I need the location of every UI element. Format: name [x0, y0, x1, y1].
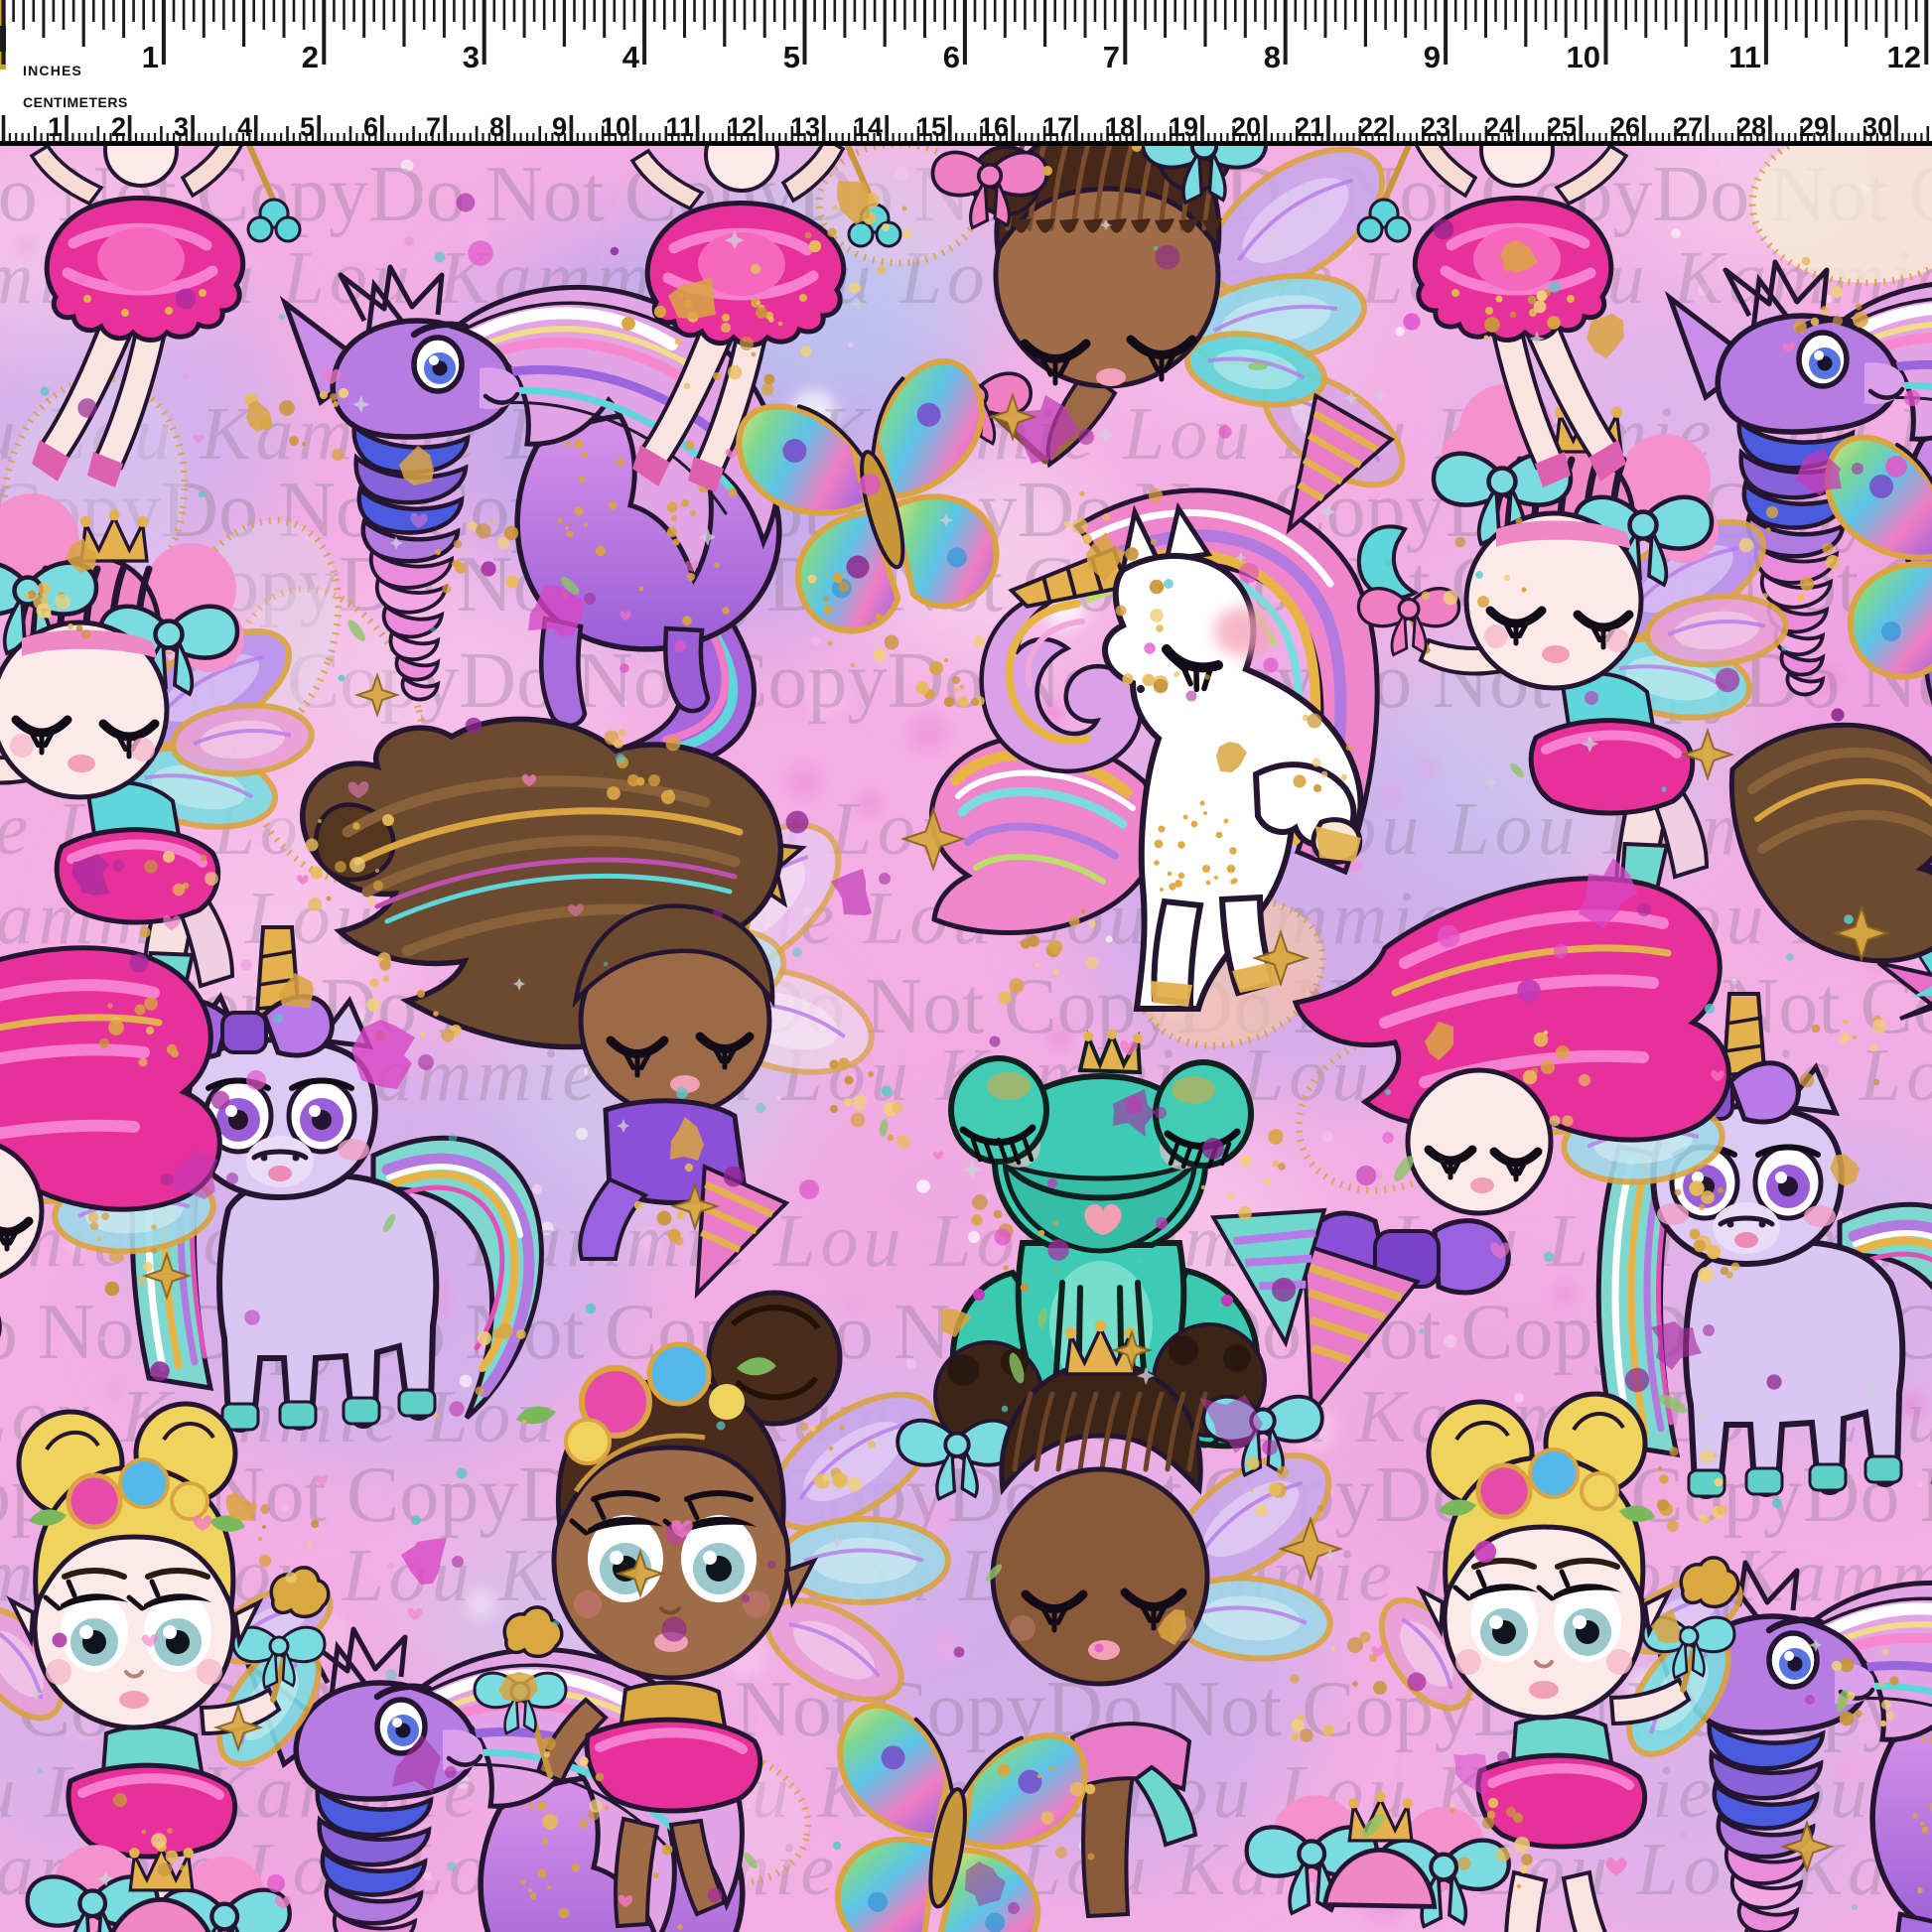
svg-text:22: 22: [1358, 112, 1388, 142]
svg-text:21: 21: [1295, 112, 1324, 142]
svg-text:11: 11: [665, 112, 694, 142]
svg-text:4: 4: [622, 40, 640, 74]
svg-text:6: 6: [363, 112, 378, 142]
svg-text:3: 3: [174, 112, 189, 142]
svg-text:5: 5: [300, 112, 315, 142]
svg-text:10: 10: [601, 112, 630, 142]
svg-text:15: 15: [916, 112, 946, 142]
svg-text:1: 1: [142, 40, 159, 74]
svg-text:17: 17: [1042, 112, 1072, 142]
svg-text:2: 2: [302, 40, 319, 74]
svg-text:18: 18: [1105, 112, 1135, 142]
svg-text:12: 12: [727, 112, 757, 142]
svg-text:19: 19: [1169, 112, 1198, 142]
svg-text:4: 4: [237, 112, 252, 142]
svg-text:8: 8: [1264, 40, 1281, 74]
svg-text:CENTIMETERS: CENTIMETERS: [23, 94, 128, 110]
svg-text:16: 16: [979, 112, 1009, 142]
svg-text:7: 7: [1103, 40, 1120, 74]
svg-text:10: 10: [1567, 40, 1600, 74]
svg-text:30: 30: [1863, 112, 1892, 142]
svg-text:7: 7: [426, 112, 441, 142]
svg-text:26: 26: [1610, 112, 1640, 142]
svg-text:24: 24: [1484, 112, 1514, 142]
svg-text:14: 14: [853, 112, 883, 142]
svg-text:1: 1: [48, 112, 63, 142]
svg-text:29: 29: [1799, 112, 1829, 142]
svg-text:3: 3: [463, 40, 480, 74]
svg-text:28: 28: [1736, 112, 1766, 142]
svg-text:27: 27: [1673, 112, 1703, 142]
svg-text:6: 6: [943, 40, 960, 74]
svg-text:9: 9: [552, 112, 567, 142]
svg-text:25: 25: [1547, 112, 1577, 142]
svg-text:20: 20: [1231, 112, 1261, 142]
svg-text:23: 23: [1421, 112, 1450, 142]
svg-text:2: 2: [111, 112, 126, 142]
svg-text:13: 13: [790, 112, 820, 142]
svg-text:12: 12: [1887, 40, 1921, 74]
svg-text:INCHES: INCHES: [23, 63, 82, 78]
svg-text:5: 5: [783, 40, 800, 74]
svg-text:11: 11: [1728, 40, 1761, 74]
svg-text:8: 8: [489, 112, 504, 142]
svg-text:9: 9: [1424, 40, 1441, 74]
